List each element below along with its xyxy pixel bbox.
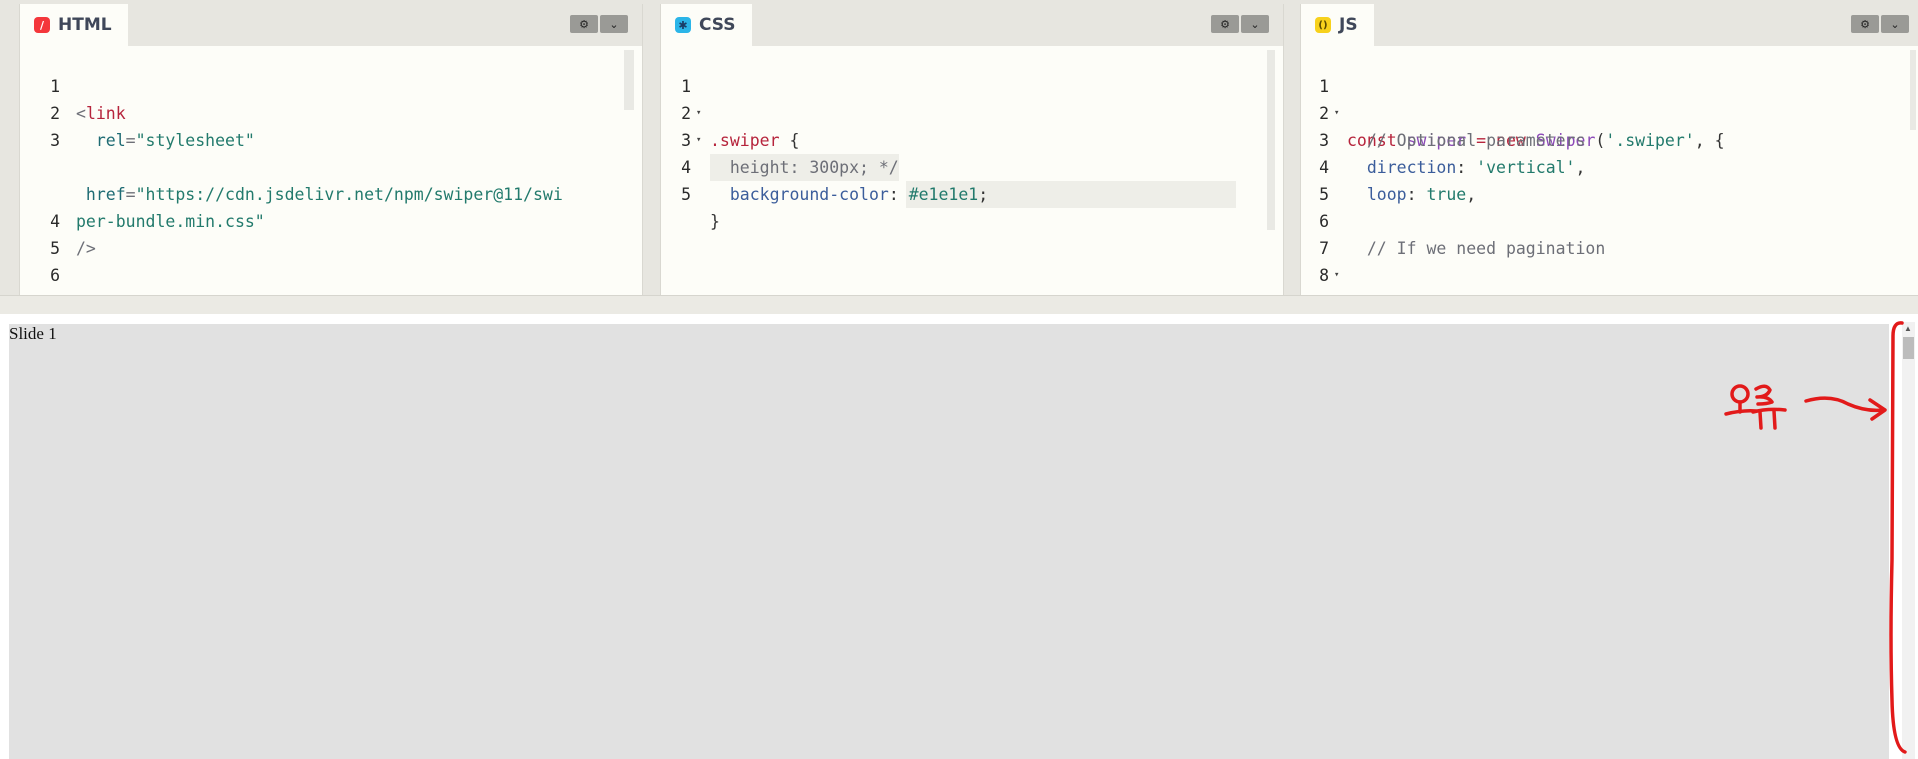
code-line: per-bundle.min.css" xyxy=(76,212,265,231)
resize-divider[interactable] xyxy=(0,295,1918,315)
gear-icon[interactable]: ⚙ xyxy=(1851,15,1879,33)
editor-area: / HTML ⚙ ⌄ 1 <link 2 rel="stylesheet" 3 … xyxy=(0,0,1918,295)
code-line: 9 }, xyxy=(1301,262,1918,295)
code-line: 4 loop: true, xyxy=(1319,158,1477,204)
code-line: 1 ▾ .swiper { xyxy=(681,77,800,150)
tab-css[interactable]: ✱ CSS xyxy=(661,4,752,46)
chevron-down-icon[interactable]: ⌄ xyxy=(1881,15,1909,33)
code-line: src="https://cdn.jsdelivr.net/npm/swiper… xyxy=(20,262,642,289)
code-line: 7 ▾ pagination: { xyxy=(1319,239,1496,295)
css-code-editor[interactable]: 1 ▾ .swiper { 2 ▾ /* width: 600px; 3 hei… xyxy=(661,46,1283,295)
js-icon: () xyxy=(1315,17,1331,33)
html-code-editor[interactable]: 1 <link 2 rel="stylesheet" 3 href="https… xyxy=(20,46,642,295)
js-panel: () JS ⚙ ⌄ 1 ▾ const swiper = new Swiper(… xyxy=(1300,4,1918,295)
chevron-down-icon[interactable]: ⌄ xyxy=(1241,15,1269,33)
code-line: 2 // Optional parameters xyxy=(1319,104,1586,150)
editor-scrollbar[interactable] xyxy=(1267,50,1275,230)
code-line: 5 } xyxy=(681,185,720,231)
tab-label: HTML xyxy=(58,15,112,35)
panel-controls: ⚙ ⌄ xyxy=(1211,15,1269,33)
code-line: 3 xyxy=(50,131,60,150)
panel-header xyxy=(1301,4,1918,46)
code-line: 5 xyxy=(50,239,60,258)
gear-icon[interactable]: ⚙ xyxy=(1211,15,1239,33)
code-line: 4 /> xyxy=(50,212,96,258)
code-line: 2 rel="stylesheet" xyxy=(50,104,255,150)
editor-scrollbar[interactable] xyxy=(1910,50,1916,130)
code-line: 8 el: '.swiper-pagination', xyxy=(1319,266,1635,295)
code-line: 6 // If we need pagination xyxy=(1319,212,1606,258)
tab-html[interactable]: / HTML xyxy=(20,4,128,46)
panel-controls: ⚙ ⌄ xyxy=(1851,15,1909,33)
chevron-down-icon[interactable]: ⌄ xyxy=(600,15,628,33)
css-panel: ✱ CSS ⚙ ⌄ 1 ▾ .swiper { 2 ▾ /* width: 60… xyxy=(660,4,1284,295)
html-icon: / xyxy=(34,17,50,33)
code-line: 1 <link xyxy=(50,77,126,123)
scrollbar-thumb[interactable] xyxy=(1903,337,1914,359)
editor-scrollbar[interactable] xyxy=(624,50,634,110)
panel-controls: ⚙ ⌄ xyxy=(570,15,628,33)
tab-label: CSS xyxy=(699,15,736,35)
result-preview: Slide 1 ▲ xyxy=(0,314,1918,759)
code-line: 6 <script xyxy=(50,266,145,295)
code-line: 3 direction: 'vertical', xyxy=(1319,131,1586,177)
code-line: 5 xyxy=(1319,185,1329,204)
code-line: href="https://cdn.jsdelivr.net/npm/swipe… xyxy=(76,185,563,204)
tab-js[interactable]: () JS xyxy=(1301,4,1374,46)
code-line: 1 ▾ const swiper = new Swiper('.swiper',… xyxy=(1319,77,1725,150)
code-line: 3 height: 300px; */ xyxy=(661,100,1283,181)
scroll-up-arrow-icon[interactable]: ▲ xyxy=(1904,324,1912,333)
swiper-container[interactable]: Slide 1 xyxy=(9,324,1889,759)
css-icon: ✱ xyxy=(675,17,691,33)
preview-scrollbar[interactable]: ▲ xyxy=(1902,322,1915,759)
panel-header xyxy=(661,4,1283,46)
code-line: 4 background-color: #e1e1e1; xyxy=(681,158,989,204)
slide-label: Slide 1 xyxy=(9,324,57,343)
html-panel: / HTML ⚙ ⌄ 1 <link 2 rel="stylesheet" 3 … xyxy=(19,4,643,295)
js-code-editor[interactable]: 1 ▾ const swiper = new Swiper('.swiper',… xyxy=(1301,46,1918,295)
gear-icon[interactable]: ⚙ xyxy=(570,15,598,33)
code-line: 2 ▾ /* width: 600px; xyxy=(661,73,1283,208)
tab-label: JS xyxy=(1339,15,1358,35)
